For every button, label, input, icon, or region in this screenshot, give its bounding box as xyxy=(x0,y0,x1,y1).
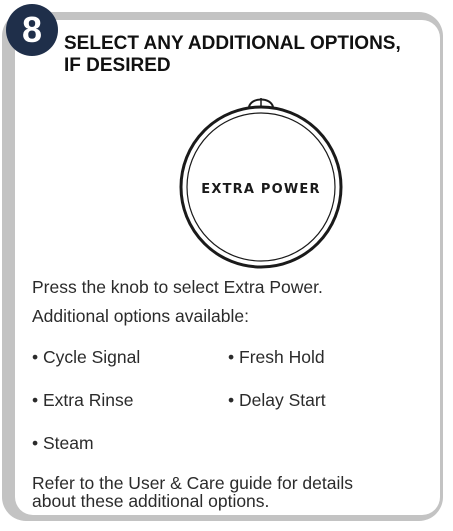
footer-note-line-2: about these additional options. xyxy=(32,491,270,511)
step-title-line-2: IF DESIRED xyxy=(64,55,171,76)
option-cycle-signal: Cycle Signal xyxy=(32,347,140,367)
press-instruction: Press the knob to select Extra Power. xyxy=(32,277,323,297)
option-delay-start: Delay Start xyxy=(228,390,326,410)
option-steam: Steam xyxy=(32,433,94,453)
option-fresh-hold: Fresh Hold xyxy=(228,347,325,367)
knob-illustration: EXTRA POWER xyxy=(179,98,343,269)
options-intro: Additional options available: xyxy=(32,306,249,326)
knob-label: EXTRA POWER xyxy=(201,182,320,197)
step-title: SELECT ANY ADDITIONAL OPTIONS, IF DESIRE… xyxy=(64,33,449,77)
step-title-line-1: SELECT ANY ADDITIONAL OPTIONS, xyxy=(64,33,401,54)
step-number-badge: 8 xyxy=(6,4,58,56)
footer-note: Refer to the User & Care guide for detai… xyxy=(32,474,353,510)
option-extra-rinse: Extra Rinse xyxy=(32,390,133,410)
footer-note-line-1: Refer to the User & Care guide for detai… xyxy=(32,473,353,493)
extra-power-knob[interactable]: EXTRA POWER xyxy=(165,93,357,283)
